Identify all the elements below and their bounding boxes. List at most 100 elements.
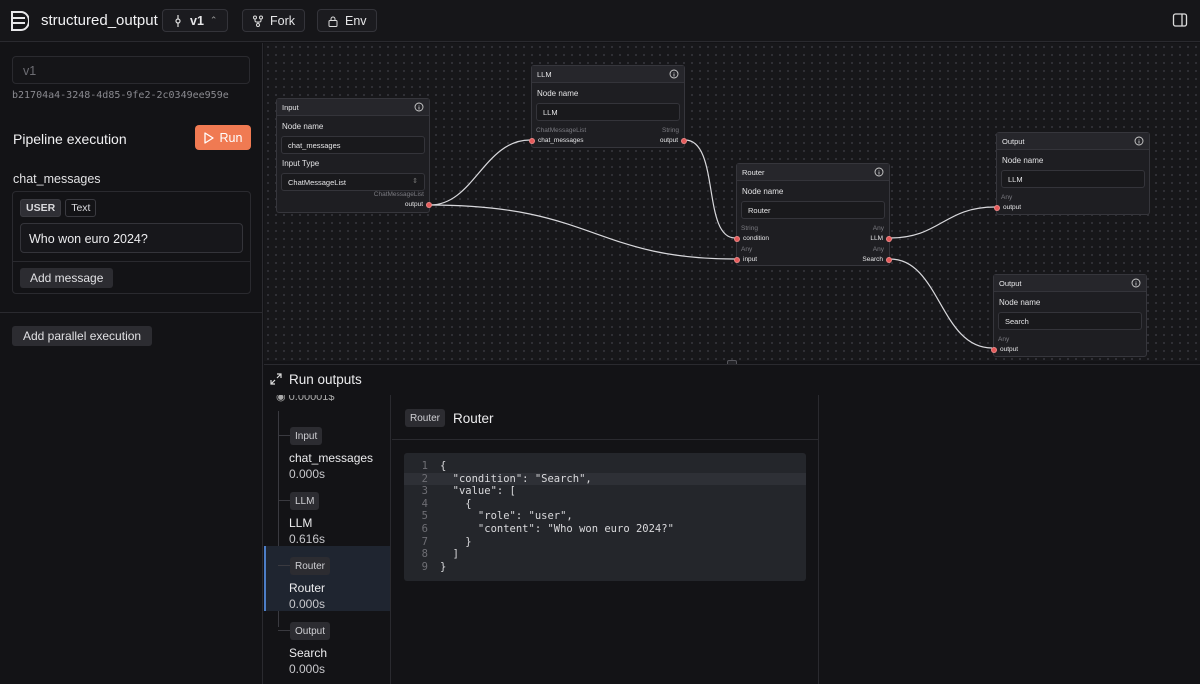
detail-title: Router: [453, 411, 494, 426]
port-label: input: [743, 256, 758, 263]
port-handle[interactable]: [991, 346, 997, 353]
code-line: 6 "content": "Who won euro 2024?": [404, 523, 806, 536]
node-name-input[interactable]: Router: [741, 201, 885, 219]
add-parallel-execution-button[interactable]: Add parallel execution: [12, 326, 153, 346]
node-name-input[interactable]: LLM: [1001, 170, 1145, 188]
node-name-label: Node name: [282, 122, 324, 131]
output-port[interactable]: output: [660, 137, 687, 144]
sidebar-toggle-icon[interactable]: [1172, 12, 1188, 28]
node-type: Input: [282, 103, 299, 112]
node-header: Input: [277, 99, 429, 116]
info-icon[interactable]: [1131, 278, 1141, 288]
node-name-input[interactable]: chat_messages: [281, 136, 425, 154]
input-port[interactable]: output: [991, 346, 1018, 353]
commit-icon: [175, 14, 181, 27]
version-hash: b21704a4-3248-4d85-9fe2-2c0349ee959e: [12, 90, 229, 101]
line-text: "value": [: [440, 485, 516, 498]
output-name: Router: [289, 581, 326, 595]
node-type: Router: [742, 168, 765, 177]
port-handle[interactable]: [681, 137, 687, 144]
line-number: 2: [421, 472, 428, 485]
line-number: 3: [421, 485, 428, 498]
run-outputs-list[interactable]: ◉ 0.00001$ Input chat_messages 0.000s LL…: [264, 395, 391, 684]
output-port[interactable]: output: [405, 201, 432, 208]
output-item-router[interactable]: Router Router 0.000s: [264, 546, 390, 611]
output-name: LLM: [289, 516, 313, 530]
info-icon[interactable]: [1134, 136, 1144, 146]
env-button[interactable]: Env: [317, 9, 377, 32]
pipeline-title: structured_output: [41, 12, 158, 29]
line-number: 5: [421, 510, 428, 523]
node-type-tag: Output: [290, 622, 331, 640]
app-logo-icon[interactable]: [11, 11, 29, 31]
port-type: String: [662, 127, 679, 134]
edge-router-output1: [889, 206, 996, 239]
output-item-search[interactable]: Output Search 0.000s: [264, 611, 390, 676]
port-handle[interactable]: [529, 137, 535, 144]
port-label: LLM: [870, 235, 883, 242]
output-item-input[interactable]: Input chat_messages 0.000s: [264, 416, 390, 481]
port-handle[interactable]: [994, 204, 1000, 211]
output-name: chat_messages: [289, 451, 374, 465]
input-type-select[interactable]: ChatMessageList ⇕: [281, 173, 425, 191]
node-name-label: Node name: [537, 89, 579, 98]
input-type-value: ChatMessageList: [288, 178, 346, 187]
port-handle[interactable]: [886, 235, 892, 242]
role-text-tab[interactable]: Text: [65, 199, 97, 217]
input-port[interactable]: chat_messages: [529, 137, 584, 144]
add-message-button[interactable]: Add message: [20, 268, 114, 288]
run-cost: ◉ 0.00001$: [276, 395, 335, 403]
node-header: Router: [737, 164, 889, 181]
edge-router-output2: [889, 258, 993, 349]
run-button[interactable]: Run: [195, 125, 251, 150]
tree-elbow: [278, 565, 290, 566]
output-item-llm[interactable]: LLM LLM 0.616s: [264, 481, 390, 546]
code-line: 2 "condition": "Search",: [404, 472, 806, 486]
input-type-label: Input Type: [282, 159, 320, 168]
info-icon[interactable]: [669, 69, 679, 79]
env-label: Env: [345, 13, 367, 28]
line-text: }: [440, 535, 472, 548]
node-name-input[interactable]: LLM: [536, 103, 680, 121]
json-output-viewer[interactable]: 1{ 2 "condition": "Search", 3 "value": […: [404, 453, 806, 581]
port-label: chat_messages: [538, 137, 584, 144]
pipeline-canvas[interactable]: Input Node name chat_messages Input Type…: [264, 43, 1200, 361]
fork-button[interactable]: Fork: [242, 9, 305, 32]
input-node[interactable]: Input Node name chat_messages Input Type…: [276, 98, 432, 213]
node-name-input[interactable]: Search: [998, 312, 1142, 330]
node-type: LLM: [537, 70, 552, 79]
input-port[interactable]: input: [734, 256, 757, 263]
input-port[interactable]: output: [994, 204, 1021, 211]
line-text: ]: [440, 548, 459, 561]
condition-port[interactable]: condition: [734, 235, 769, 242]
code-line: 8 ]: [404, 548, 806, 561]
port-handle[interactable]: [886, 256, 892, 263]
output-node-search[interactable]: Output Node name Search Any output: [991, 274, 1147, 357]
message-content-input[interactable]: Who won euro 2024?: [20, 223, 243, 253]
code-line: 7 }: [404, 536, 806, 549]
llm-node[interactable]: LLM Node name LLM ChatMessageList String…: [529, 65, 687, 148]
info-icon[interactable]: [874, 167, 884, 177]
run-outputs-title: Run outputs: [289, 372, 362, 387]
version-name-input[interactable]: v1: [12, 56, 250, 84]
output-node-llm[interactable]: Output Node name LLM Any output: [994, 132, 1150, 215]
search-route-port[interactable]: Search: [862, 256, 892, 263]
node-header: Output: [997, 133, 1149, 150]
line-text: "condition": "Search",: [440, 472, 592, 485]
tree-elbow: [278, 435, 290, 436]
expand-icon[interactable]: [270, 373, 282, 385]
info-icon[interactable]: [414, 102, 424, 112]
chevron-updown-icon: ⇕: [412, 178, 418, 185]
tree-elbow: [278, 630, 290, 631]
router-node[interactable]: Router Node name Router String Any condi…: [734, 163, 892, 266]
port-handle[interactable]: [734, 235, 740, 242]
port-handle[interactable]: [426, 201, 432, 208]
line-text: "role": "user",: [440, 510, 573, 523]
llm-route-port[interactable]: LLM: [870, 235, 892, 242]
version-selector[interactable]: v1 ⌃: [162, 9, 228, 32]
port-handle[interactable]: [734, 256, 740, 263]
line-number: 9: [421, 560, 428, 573]
edge-llm-router: [684, 139, 736, 239]
role-user-tab[interactable]: USER: [20, 199, 62, 217]
line-number: 4: [421, 497, 428, 510]
